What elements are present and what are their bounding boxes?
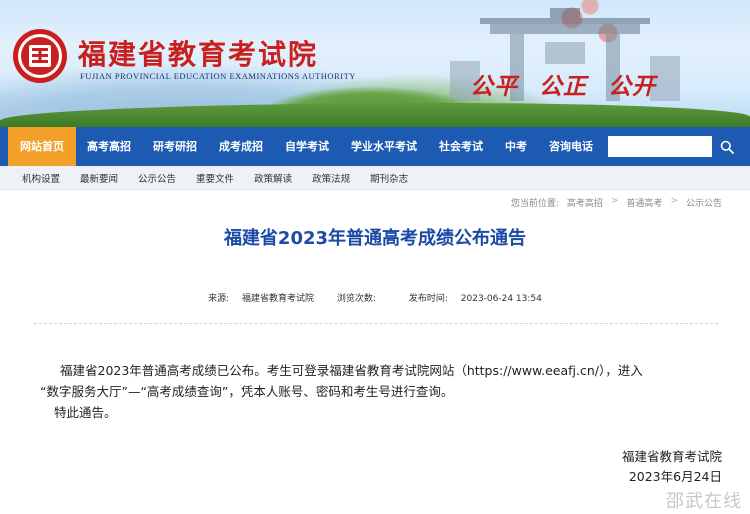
authority-logo-emblem: [13, 29, 67, 83]
article-body: 福建省2023年普通高考成绩已公布。考生可登录福建省教育考试院网站（https:…: [40, 360, 720, 423]
nav-item-home[interactable]: 网站首页: [8, 127, 76, 166]
subnav-item-announcements[interactable]: 公示公告: [128, 171, 186, 185]
nav-item-adult-exam[interactable]: 成考成招: [208, 127, 274, 166]
source-value: 福建省教育考试院: [242, 294, 315, 304]
article-paragraph: 福建省2023年普通高考成绩已公布。考生可登录福建省教育考试院网站（https:…: [60, 363, 643, 378]
views-label: 浏览次数:: [336, 294, 376, 304]
subnav-item-important-documents[interactable]: 重要文件: [186, 171, 244, 185]
breadcrumb-item[interactable]: 公示公告: [686, 196, 722, 209]
breadcrumb-item[interactable]: 高考高招: [567, 196, 603, 209]
subnav-item-latest-news[interactable]: 最新要闻: [70, 171, 128, 185]
published-label: 发布时间:: [408, 294, 448, 304]
breadcrumb-separator: >: [610, 196, 619, 206]
meta-divider: [34, 323, 718, 324]
nav-item-graduate-exam[interactable]: 研考研招: [142, 127, 208, 166]
site-title: 福建省教育考试院: [78, 38, 319, 71]
nav-item-self-study-exam[interactable]: 自学考试: [274, 127, 340, 166]
breadcrumb: 您当前位置: 高考高招 > 普通高考 > 公示公告: [511, 196, 722, 209]
sub-nav: 机构设置 最新要闻 公示公告 重要文件 政策解读 政策法规 期刊杂志: [0, 166, 750, 190]
nav-item-hotline[interactable]: 咨询电话: [538, 127, 604, 166]
site-motto: 公平 公正 公开: [470, 73, 657, 100]
subnav-item-organization[interactable]: 机构设置: [0, 171, 70, 185]
subnav-item-policy-interpretation[interactable]: 政策解读: [244, 171, 302, 185]
watermark: 邵武在线: [666, 491, 742, 512]
published-value: 2023-06-24 13:54: [460, 294, 542, 304]
main-nav: 网站首页 高考高招 研考研招 成考成招 自学考试 学业水平考试 社会考试 中考 …: [0, 127, 750, 166]
header-banner: 福建省教育考试院 FUJIAN PROVINCIAL EDUCATION EXA…: [0, 0, 750, 127]
signature-date: 2023年6月24日: [628, 469, 722, 484]
article-meta: 来源: 福建省教育考试院 浏览次数: 发布时间: 2023-06-24 13:5…: [0, 291, 750, 304]
search-icon: [720, 140, 734, 154]
article-paragraph: 特此通告。: [54, 405, 117, 420]
nav-item-gaokao[interactable]: 高考高招: [76, 127, 142, 166]
breadcrumb-separator: >: [670, 196, 678, 206]
signature-organization: 福建省教育考试院: [621, 449, 722, 464]
search-button[interactable]: [714, 136, 740, 157]
breadcrumb-item[interactable]: 普通高考: [626, 196, 662, 209]
site-subtitle: FUJIAN PROVINCIAL EDUCATION EXAMINATIONS…: [80, 71, 356, 81]
nav-item-proficiency-exam[interactable]: 学业水平考试: [340, 127, 428, 166]
subnav-item-journals[interactable]: 期刊杂志: [360, 171, 418, 185]
subnav-item-regulations[interactable]: 政策法规: [302, 171, 360, 185]
breadcrumb-prefix: 您当前位置:: [510, 199, 559, 209]
nav-item-social-exam[interactable]: 社会考试: [428, 127, 494, 166]
search-input[interactable]: [608, 136, 712, 157]
nav-search: [608, 136, 740, 157]
nav-item-zhongkao[interactable]: 中考: [494, 127, 538, 166]
source-label: 来源:: [208, 294, 230, 304]
article-paragraph: “数字服务大厅”—“高考成绩查询”，凭本人账号、密码和考生号进行查询。: [40, 384, 454, 399]
article-title: 福建省2023年普通高考成绩公布通告: [223, 228, 527, 249]
